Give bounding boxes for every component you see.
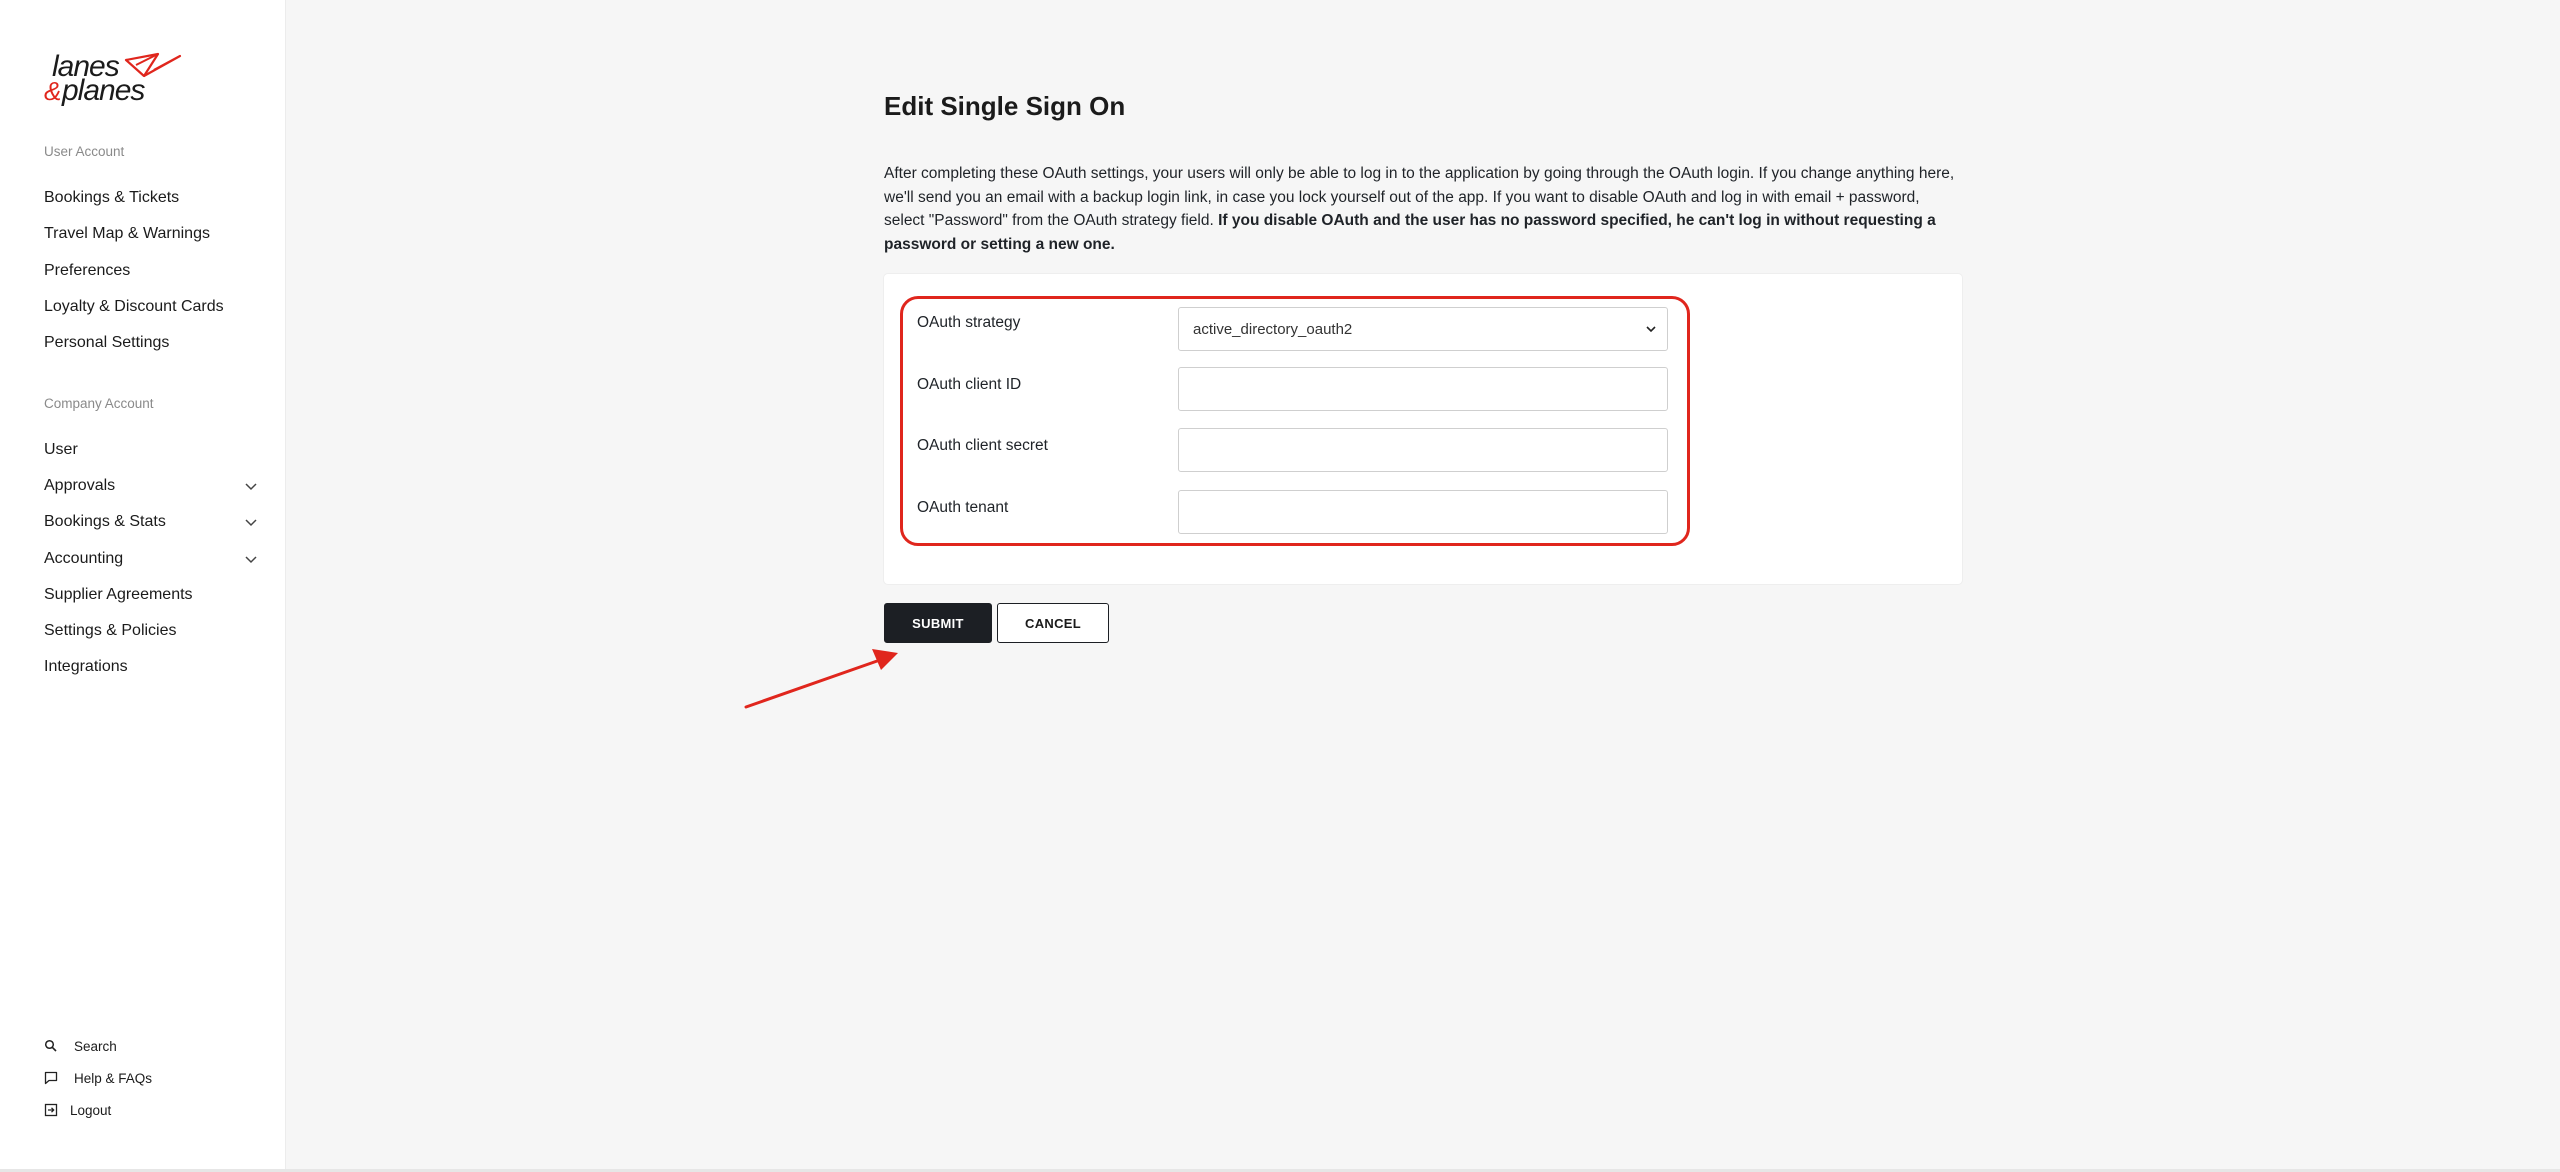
sidebar-item-label: Preferences (44, 262, 131, 279)
sidebar-item-travel-map[interactable]: Travel Map & Warnings (44, 219, 260, 249)
sidebar-item-preferences[interactable]: Preferences (44, 256, 260, 286)
footer-search-label: Search (74, 1038, 117, 1054)
annotation-highlight-box (900, 296, 1690, 546)
sidebar-item-label: Bookings & Stats (44, 513, 166, 530)
sidebar-item-label: Travel Map & Warnings (44, 225, 210, 242)
chevron-down-icon (245, 483, 257, 491)
sidebar-item-label: Supplier Agreements (44, 586, 193, 603)
cancel-button[interactable]: CANCEL (997, 603, 1109, 643)
footer-search[interactable]: Search (44, 1034, 117, 1058)
footer-logout-label: Logout (70, 1102, 112, 1118)
chevron-down-icon (245, 519, 257, 527)
sidebar-item-label: Approvals (44, 477, 116, 494)
company-account-section-label: Company Account (44, 396, 154, 411)
page-description: After completing these OAuth settings, y… (884, 162, 1964, 256)
sidebar-item-label: User (44, 441, 78, 458)
brand-logo[interactable]: lanes & planes (44, 52, 184, 110)
footer-logout[interactable]: Logout (44, 1098, 111, 1122)
annotation-arrow-icon (744, 649, 898, 709)
page-title: Edit Single Sign On (884, 91, 1126, 121)
submit-button[interactable]: SUBMIT (884, 603, 992, 643)
sidebar-item-bookings-tickets[interactable]: Bookings & Tickets (44, 183, 260, 213)
logout-icon (44, 1103, 58, 1117)
sidebar-item-label: Integrations (44, 658, 128, 675)
sidebar-item-settings-policies[interactable]: Settings & Policies (44, 616, 260, 646)
sidebar-item-label: Personal Settings (44, 334, 170, 351)
sidebar-item-accounting[interactable]: Accounting (44, 544, 260, 574)
sidebar-item-label: Accounting (44, 550, 124, 567)
sidebar-item-integrations[interactable]: Integrations (44, 652, 260, 682)
footer-help-label: Help & FAQs (74, 1070, 153, 1086)
sidebar-item-label: Loyalty & Discount Cards (44, 298, 224, 315)
sidebar-item-label: Bookings & Tickets (44, 189, 180, 206)
sidebar-item-supplier-agreements[interactable]: Supplier Agreements (44, 580, 260, 610)
sidebar-item-label: Settings & Policies (44, 622, 177, 639)
chevron-down-icon (245, 556, 257, 564)
sidebar-item-user[interactable]: User (44, 435, 260, 465)
paper-plane-icon (124, 52, 182, 78)
search-icon (44, 1039, 57, 1052)
sidebar-item-approvals[interactable]: Approvals (44, 471, 260, 501)
chat-icon (44, 1071, 58, 1085)
sidebar-item-loyalty-cards[interactable]: Loyalty & Discount Cards (44, 292, 260, 322)
logo-text-ampersand: & (44, 76, 61, 106)
user-account-section-label: User Account (44, 144, 125, 159)
sidebar: lanes & planes User Account Bookings & T… (0, 0, 286, 1172)
sidebar-item-bookings-stats[interactable]: Bookings & Stats (44, 507, 260, 537)
footer-help[interactable]: Help & FAQs (44, 1066, 152, 1090)
sidebar-item-personal-settings[interactable]: Personal Settings (44, 328, 260, 358)
